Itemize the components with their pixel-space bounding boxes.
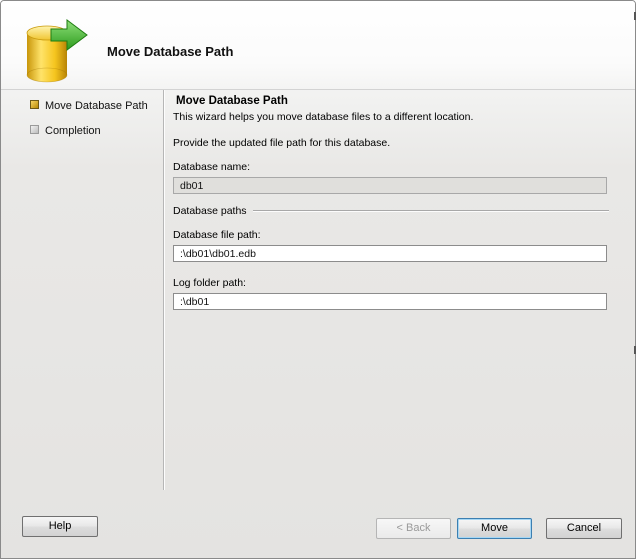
section-title: Database paths (173, 205, 247, 217)
wizard-instruction: Provide the updated file path for this d… (173, 137, 391, 149)
wizard-description: This wizard helps you move database file… (173, 111, 474, 123)
step-inactive-bullet-icon (30, 125, 39, 134)
database-move-icon (26, 19, 88, 83)
wizard-step-list: Move Database Path Completion (27, 97, 163, 147)
wizard-header: Move Database Path (1, 1, 635, 90)
log-folder-path-label: Log folder path: (173, 277, 246, 289)
nav-step-label: Completion (45, 125, 101, 137)
database-file-path-label: Database file path: (173, 229, 261, 241)
database-paths-section: Database paths (173, 205, 609, 219)
nav-step-label: Move Database Path (45, 100, 148, 112)
help-button[interactable]: Help (22, 516, 98, 537)
wizard-window: Move Database Path Move Database Path Co… (0, 0, 636, 559)
nav-step-move-database-path[interactable]: Move Database Path (27, 97, 163, 122)
move-button[interactable]: Move (457, 518, 532, 539)
cancel-button[interactable]: Cancel (546, 518, 622, 539)
step-active-bullet-icon (30, 100, 39, 109)
database-file-path-input[interactable]: :\db01\db01.edb (173, 245, 607, 262)
section-divider (253, 210, 609, 212)
database-name-label: Database name: (173, 161, 251, 173)
nav-step-completion[interactable]: Completion (27, 122, 163, 147)
wizard-title: Move Database Path (107, 44, 234, 59)
back-button[interactable]: < Back (376, 518, 451, 539)
database-name-field: db01 (173, 177, 607, 194)
vertical-divider (163, 90, 165, 490)
page-title: Move Database Path (176, 95, 288, 107)
log-folder-path-input[interactable]: :\db01 (173, 293, 607, 310)
